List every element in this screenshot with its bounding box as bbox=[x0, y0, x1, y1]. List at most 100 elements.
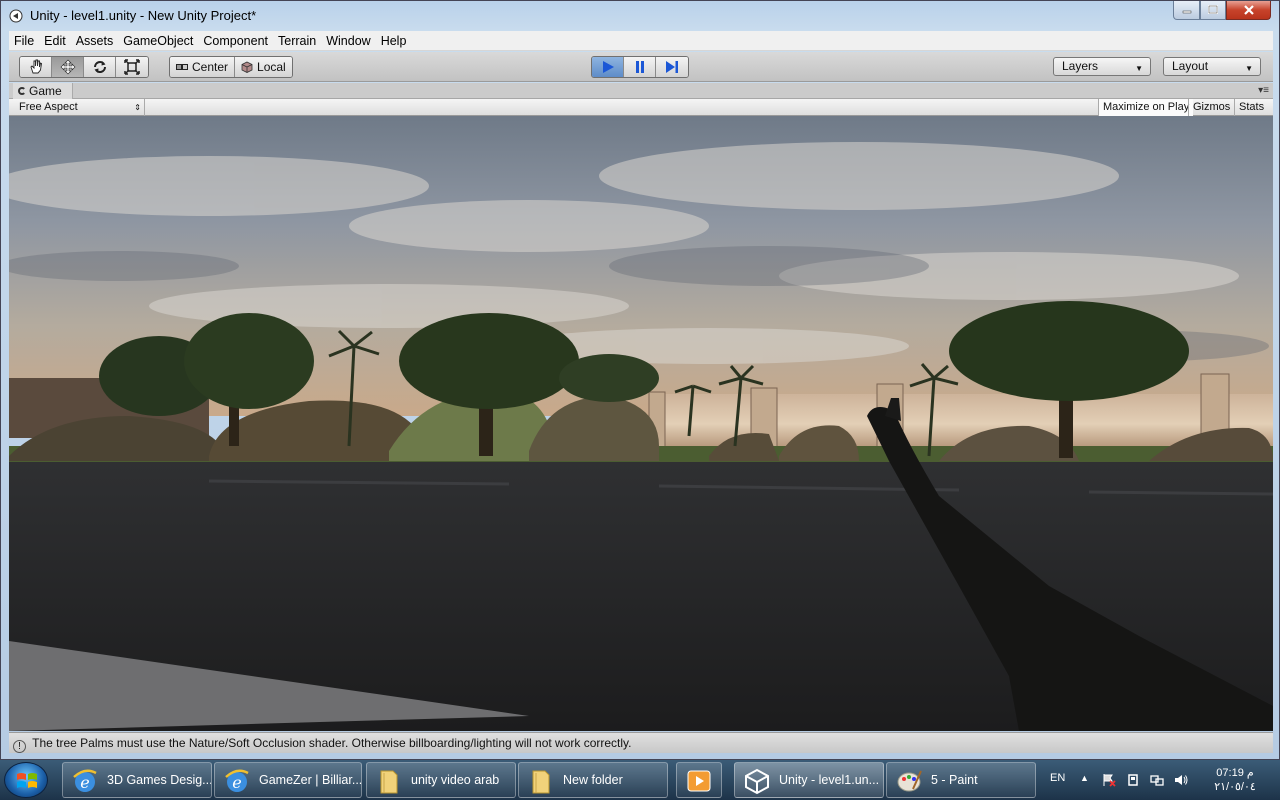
unity-icon bbox=[745, 768, 769, 795]
move-icon bbox=[60, 59, 75, 75]
paint-icon bbox=[897, 770, 922, 792]
taskbar-item-folder-2[interactable]: New folder bbox=[518, 762, 668, 798]
toolbar: Center Local Layers ▼ Layout ▼ bbox=[9, 52, 1273, 82]
folder-icon bbox=[380, 770, 398, 794]
game-view-icon bbox=[18, 87, 26, 95]
menu-terrain[interactable]: Terrain bbox=[273, 31, 321, 51]
rotate-icon bbox=[93, 61, 106, 73]
move-tool-button[interactable] bbox=[52, 57, 84, 77]
status-message: The tree Palms must use the Nature/Soft … bbox=[32, 736, 632, 750]
layers-dropdown[interactable]: Layers ▼ bbox=[1053, 57, 1151, 76]
taskbar-item-label: New folder bbox=[563, 773, 623, 787]
taskbar: e 3D Games Desig... e GameZer | Billiar.… bbox=[0, 760, 1280, 800]
layout-dropdown[interactable]: Layout ▼ bbox=[1163, 57, 1261, 76]
action-center-flag-icon[interactable] bbox=[1102, 773, 1116, 787]
menu-help[interactable]: Help bbox=[376, 31, 412, 51]
taskbar-item-label: Unity - level1.un... bbox=[779, 773, 880, 787]
taskbar-item-unity[interactable]: Unity - level1.un... bbox=[734, 762, 884, 798]
game-scene bbox=[9, 116, 1273, 731]
start-button[interactable] bbox=[4, 762, 48, 798]
taskbar-item-paint[interactable]: 5 - Paint bbox=[886, 762, 1036, 798]
aspect-label: Free Aspect bbox=[19, 101, 78, 113]
pivot-center-icon bbox=[176, 64, 188, 70]
local-cube-icon bbox=[241, 61, 253, 73]
system-tray: EN ▲ 07:19 م ٢١/٠٥/٠٤ bbox=[1040, 760, 1280, 800]
svg-text:e: e bbox=[232, 773, 241, 792]
taskbar-item-label: 5 - Paint bbox=[931, 773, 978, 787]
taskbar-item-label: unity video arab bbox=[411, 773, 500, 787]
taskbar-item-ie-2[interactable]: e GameZer | Billiar... bbox=[214, 762, 362, 798]
chevron-down-icon: ▼ bbox=[1245, 64, 1253, 73]
maximize-on-play-toggle[interactable]: Maximize on Play bbox=[1098, 99, 1194, 116]
panel-menu-icon[interactable]: ▾≡ bbox=[1258, 85, 1269, 96]
pivot-toggles: Center Local bbox=[169, 56, 293, 78]
tab-game-label: Game bbox=[29, 84, 62, 98]
step-icon bbox=[666, 61, 678, 73]
network-icon[interactable] bbox=[1150, 773, 1164, 787]
window-title: Unity - level1.unity - New Unity Project… bbox=[30, 8, 257, 23]
hand-tool-button[interactable] bbox=[20, 57, 52, 77]
minimize-icon bbox=[1182, 10, 1191, 14]
hand-icon bbox=[29, 59, 42, 74]
menu-window[interactable]: Window bbox=[321, 31, 375, 51]
close-button[interactable] bbox=[1226, 1, 1271, 20]
pause-icon bbox=[635, 61, 644, 73]
playback-controls bbox=[591, 56, 689, 78]
step-button[interactable] bbox=[656, 57, 688, 77]
clock-time: 07:19 م bbox=[1216, 767, 1254, 779]
title-bar[interactable]: Unity - level1.unity - New Unity Project… bbox=[1, 1, 1279, 31]
stats-toggle[interactable]: Stats bbox=[1234, 99, 1268, 116]
layout-label: Layout bbox=[1172, 59, 1209, 73]
updown-arrow-icon: ⇕ bbox=[134, 103, 141, 112]
gizmos-toggle[interactable]: Gizmos bbox=[1188, 99, 1234, 116]
menu-bar: File Edit Assets GameObject Component Te… bbox=[9, 31, 1273, 51]
menu-file[interactable]: File bbox=[9, 31, 39, 51]
restore-icon bbox=[1208, 5, 1218, 14]
volume-icon[interactable] bbox=[1174, 773, 1188, 787]
aspect-dropdown[interactable]: Free Aspect ⇕ bbox=[13, 99, 145, 116]
chevron-down-icon: ▼ bbox=[1135, 64, 1143, 73]
warning-icon: ! bbox=[13, 740, 26, 753]
media-player-icon bbox=[687, 770, 711, 792]
pivot-local-label: Local bbox=[257, 60, 286, 74]
menu-gameobject[interactable]: GameObject bbox=[118, 31, 198, 51]
tab-game[interactable]: Game bbox=[13, 83, 73, 99]
pause-button[interactable] bbox=[624, 57, 656, 77]
play-button[interactable] bbox=[592, 57, 624, 77]
svg-text:e: e bbox=[80, 773, 89, 792]
transform-tools bbox=[19, 56, 149, 78]
menu-component[interactable]: Component bbox=[198, 31, 273, 51]
show-hidden-icons-icon[interactable]: ▲ bbox=[1080, 773, 1089, 783]
minimize-button[interactable] bbox=[1173, 1, 1200, 20]
ie-icon: e bbox=[225, 769, 249, 792]
maximize-button[interactable] bbox=[1200, 1, 1226, 20]
scale-tool-button[interactable] bbox=[116, 57, 148, 77]
game-tab-bar: Game ▾≡ bbox=[9, 83, 1273, 99]
layers-label: Layers bbox=[1062, 59, 1099, 73]
play-icon bbox=[602, 61, 614, 73]
taskbar-item-label: 3D Games Desig... bbox=[107, 773, 212, 787]
taskbar-item-ie-1[interactable]: e 3D Games Desig... bbox=[62, 762, 212, 798]
rotate-tool-button[interactable] bbox=[84, 57, 116, 77]
taskbar-item-folder-1[interactable]: unity video arab bbox=[366, 762, 516, 798]
close-icon bbox=[1243, 5, 1254, 15]
unity-logo-icon bbox=[9, 9, 23, 23]
windows-logo-icon bbox=[17, 773, 37, 788]
usb-device-icon[interactable] bbox=[1126, 773, 1140, 787]
game-view-controls: Free Aspect ⇕ Maximize on Play Gizmos St… bbox=[9, 99, 1273, 116]
pivot-center-label: Center bbox=[192, 60, 229, 74]
clock[interactable]: 07:19 م ٢١/٠٥/٠٤ bbox=[1200, 766, 1270, 794]
language-indicator[interactable]: EN bbox=[1050, 772, 1065, 784]
pivot-center-button[interactable]: Center bbox=[170, 57, 236, 77]
menu-assets[interactable]: Assets bbox=[71, 31, 119, 51]
taskbar-item-label: GameZer | Billiar... bbox=[259, 773, 362, 787]
menu-edit[interactable]: Edit bbox=[39, 31, 71, 51]
folder-icon bbox=[532, 770, 550, 794]
unity-window: Unity - level1.unity - New Unity Project… bbox=[0, 0, 1280, 760]
clock-date: ٢١/٠٥/٠٤ bbox=[1214, 781, 1256, 793]
game-viewport[interactable] bbox=[9, 116, 1273, 731]
pivot-local-button[interactable]: Local bbox=[235, 57, 292, 77]
status-bar[interactable]: ! The tree Palms must use the Nature/Sof… bbox=[9, 732, 1273, 753]
taskbar-item-media-player[interactable] bbox=[676, 762, 722, 798]
scale-icon bbox=[124, 59, 140, 75]
